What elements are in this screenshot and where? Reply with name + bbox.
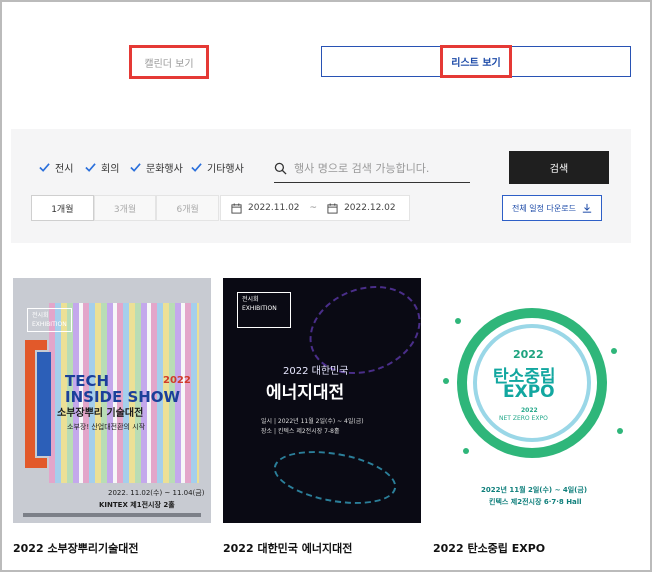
search-field [274,154,470,183]
poster-title: 에너지대전 [266,383,345,403]
filter-panel: 전시 회의 문화행사 기타행사 검색 1개월 3개월 6개월 [11,129,631,243]
poster-venue: KINTEX 제1전시장 2홀 [99,501,175,509]
event-card[interactable]: 전시회 EXHIBITION 2022 대한민국 에너지대전 일시 | 2022… [223,278,421,556]
category-checkbox-culture[interactable]: 문화행사 [130,160,183,175]
start-date-value: 2022.11.02 [248,203,300,213]
poster-title: 소부장뿌리 기술대전 [57,408,144,419]
list-view-label: 리스트 보기 [440,45,512,78]
poster-date: 2022년 11월 2일(수) ~ 4일(금) [481,486,588,494]
event-card[interactable]: 전시회 EXHIBITION TECH INSIDE SHOW 2022 소부장… [13,278,211,556]
event-title[interactable]: 2022 대한민국 에너지대전 [223,540,421,556]
poster-swirl [269,442,401,513]
poster-title-line2: EXPO [503,382,555,402]
calendar-icon [327,202,338,214]
category-label: 전시 [55,164,74,175]
period-3-months[interactable]: 3개월 [93,195,157,221]
event-poster-image[interactable]: 전시회 EXHIBITION 2022 대한민국 에너지대전 일시 | 2022… [223,278,421,523]
start-date-picker[interactable]: 2022.11.02 [231,202,300,214]
calendar-view-button[interactable]: 캘린더 보기 [129,45,209,79]
poster-dot [455,318,461,324]
download-label: 전체 일정 다운로드 [512,203,576,213]
category-label: 회의 [101,164,120,175]
poster-date: 2022. 11.02(수) ~ 11.04(금) [108,489,205,497]
sponsor-logos [23,513,201,517]
category-label: 기타행사 [207,164,244,175]
list-view-button[interactable]: 리스트 보기 [321,45,631,78]
date-separator: ~ [309,203,318,213]
download-schedule-button[interactable]: 전체 일정 다운로드 [502,195,602,221]
poster-bracket-shape [37,352,51,456]
poster-dot [443,378,449,384]
download-icon [582,203,592,213]
poster-year: 2022 [163,375,191,386]
poster-badge: 전시회 EXHIBITION [27,308,72,332]
event-card[interactable]: 2022 탄소중립 EXPO 2022 NET ZERO EXPO 2022년 … [433,278,631,556]
calendar-icon [231,202,242,214]
search-input[interactable] [287,161,464,175]
event-title[interactable]: 2022 탄소중립 EXPO [433,540,631,556]
poster-year: 2022 대한민국 [283,366,349,377]
checkmark-icon [191,163,202,172]
poster-subtitle: NET ZERO EXPO [499,415,548,422]
period-1-month[interactable]: 1개월 [31,195,94,221]
poster-dot [463,448,469,454]
checkmark-icon [130,163,141,172]
period-selector: 1개월 3개월 6개월 [31,195,220,221]
search-button-label: 검색 [549,164,569,175]
category-checkbox-other[interactable]: 기타행사 [191,160,244,175]
poster-year: 2022 [513,348,544,361]
end-date-picker[interactable]: 2022.12.02 [327,202,396,214]
date-range: 2022.11.02 ~ 2022.12.02 [220,195,410,221]
checkmark-icon [85,163,96,172]
category-label: 문화행사 [146,164,183,175]
calendar-view-label: 캘린더 보기 [144,58,194,70]
checkmark-icon [39,163,50,172]
end-date-value: 2022.12.02 [344,203,396,213]
event-title[interactable]: 2022 소부장뿌리기술대전 [13,540,211,556]
event-poster-image[interactable]: 2022 탄소중립 EXPO 2022 NET ZERO EXPO 2022년 … [433,278,631,523]
category-checkbox-exhibition[interactable]: 전시 [39,160,73,175]
period-6-months[interactable]: 6개월 [156,195,220,221]
search-button[interactable]: 검색 [509,151,609,184]
poster-dot [611,348,617,354]
category-checkbox-conference[interactable]: 회의 [85,160,119,175]
poster-venue: 킨텍스 제2전시장 6·7·8 Hall [489,498,582,506]
poster-badge: 전시회 EXHIBITION [237,292,291,328]
poster-year-small: 2022 [521,407,538,414]
poster-info-venue: 장소 | 킨텍스 제2전시장 7-8홀 [261,428,340,435]
poster-subtitle: 소부장! 산업대전환의 시작 [67,423,146,431]
poster-dot [617,428,623,434]
search-icon [274,162,287,175]
event-poster-image[interactable]: 전시회 EXHIBITION TECH INSIDE SHOW 2022 소부장… [13,278,211,523]
poster-info-date: 일시 | 2022년 11월 2일(수) ~ 4일(금) [261,418,364,425]
